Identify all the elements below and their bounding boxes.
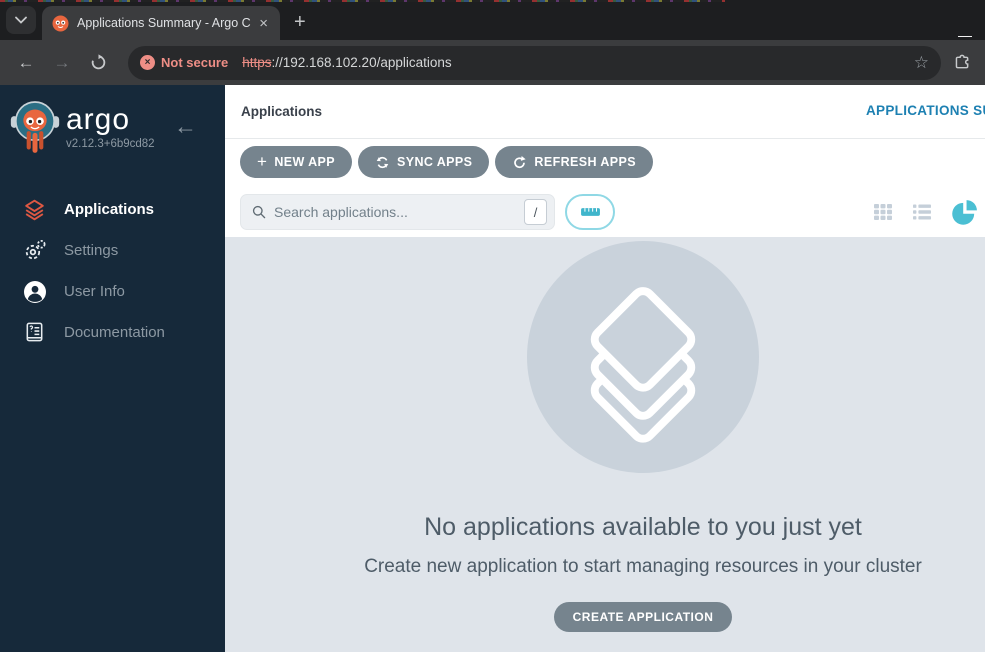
ruler-icon — [580, 208, 600, 216]
logo-wordmark: argo — [66, 103, 131, 137]
chevron-down-icon — [15, 16, 27, 24]
tab-close-icon[interactable]: × — [255, 16, 272, 31]
back-button[interactable]: ← — [10, 47, 42, 79]
labels-toggle-button[interactable] — [565, 194, 615, 230]
search-icon — [252, 205, 266, 219]
address-bar[interactable]: × Not secure https://192.168.102.20/appl… — [128, 45, 941, 80]
empty-state-subtitle: Create new application to start managing… — [364, 556, 922, 577]
book-icon — [21, 321, 48, 344]
sidebar-item-label: Applications — [64, 201, 155, 218]
applications-layers-icon — [21, 197, 48, 222]
screen-artifact-line — [0, 0, 725, 2]
sync-icon — [375, 155, 390, 170]
new-app-label: NEW APP — [274, 155, 336, 169]
sidebar-item-user-info[interactable]: User Info — [0, 271, 225, 312]
summary-pie-view-icon[interactable] — [949, 197, 980, 228]
tab-title: Applications Summary - Argo C — [77, 16, 251, 30]
sync-apps-label: SYNC APPS — [397, 155, 473, 169]
sidebar-item-settings[interactable]: Settings — [0, 230, 225, 271]
sidebar-item-documentation[interactable]: Documentation — [0, 312, 225, 353]
empty-state-circle — [527, 241, 759, 473]
reload-button[interactable] — [82, 47, 114, 79]
sidebar-item-applications[interactable]: Applications — [0, 189, 225, 230]
argo-cd-app: argo v2.12.3+6b9cd82 ← Applications Sett… — [0, 85, 985, 652]
reload-icon — [91, 54, 105, 70]
applications-summary-link[interactable]: APPLICATIONS SUMMARY — [866, 103, 985, 118]
url-scheme-struck: https — [242, 55, 272, 70]
user-icon — [21, 280, 48, 304]
sidebar-item-label: Settings — [64, 242, 119, 259]
not-secure-icon: × — [140, 55, 155, 70]
sidebar-item-label: User Info — [64, 283, 125, 300]
grid-view-icon[interactable] — [871, 200, 895, 224]
empty-state-wrap: No applications available to you just ye… — [263, 237, 985, 632]
refresh-icon — [512, 155, 527, 170]
argo-octopus-logo-icon — [10, 101, 60, 153]
new-app-button[interactable]: + NEW APP — [240, 146, 353, 178]
sync-apps-button[interactable]: SYNC APPS — [358, 146, 490, 178]
new-tab-button[interactable]: + — [294, 12, 306, 32]
sidebar: argo v2.12.3+6b9cd82 ← Applications Sett… — [0, 85, 225, 652]
refresh-apps-label: REFRESH APPS — [534, 155, 636, 169]
gear-icon — [21, 238, 48, 263]
url-rest: ://192.168.102.20/applications — [271, 55, 452, 70]
url-text: https://192.168.102.20/applications — [242, 55, 906, 70]
breadcrumb: Applications — [241, 104, 323, 119]
not-secure-chip[interactable]: × Not secure — [140, 55, 228, 70]
browser-toolbar: ← → × Not secure https://192.168.102.20/… — [0, 40, 985, 85]
window-minimize-button[interactable]: — — [958, 27, 972, 43]
header-divider — [225, 138, 985, 139]
not-secure-label: Not secure — [161, 55, 229, 70]
search-input[interactable] — [274, 204, 524, 220]
browser-tab[interactable]: Applications Summary - Argo C × — [42, 6, 280, 40]
empty-state-title: No applications available to you just ye… — [424, 513, 862, 541]
logo-text-block: argo v2.12.3+6b9cd82 — [66, 104, 155, 150]
search-shortcut-badge: / — [524, 199, 547, 225]
browser-tab-strip: Applications Summary - Argo C × + — — [0, 0, 985, 43]
sidebar-item-label: Documentation — [64, 324, 165, 341]
applications-empty-state: No applications available to you just ye… — [225, 237, 985, 652]
sidebar-nav: Applications Settings User Info Document… — [0, 189, 225, 353]
create-application-button[interactable]: CREATE APPLICATION — [553, 602, 733, 632]
sidebar-collapse-button[interactable]: ← — [174, 115, 197, 138]
argo-favicon-icon — [52, 15, 69, 31]
extensions-button[interactable] — [949, 50, 975, 76]
version-label: v2.12.3+6b9cd82 — [66, 137, 155, 150]
puzzle-icon — [955, 54, 968, 69]
page-header: Applications APPLICATIONS SUMMARY + NEW … — [225, 85, 985, 237]
main-panel: Applications APPLICATIONS SUMMARY + NEW … — [225, 85, 985, 652]
layers-illustration-icon — [590, 287, 696, 443]
bookmark-star-icon[interactable]: ☆ — [914, 53, 929, 73]
search-row: / — [240, 194, 985, 230]
tab-search-button[interactable] — [6, 6, 36, 34]
forward-button: → — [53, 52, 71, 72]
search-box[interactable]: / — [240, 194, 555, 230]
list-view-icon[interactable] — [910, 200, 934, 224]
view-switcher — [871, 194, 980, 230]
refresh-apps-button[interactable]: REFRESH APPS — [495, 146, 653, 178]
toolbar-buttons: + NEW APP SYNC APPS REFRESH APPS — [240, 146, 653, 178]
plus-icon: + — [257, 152, 268, 171]
